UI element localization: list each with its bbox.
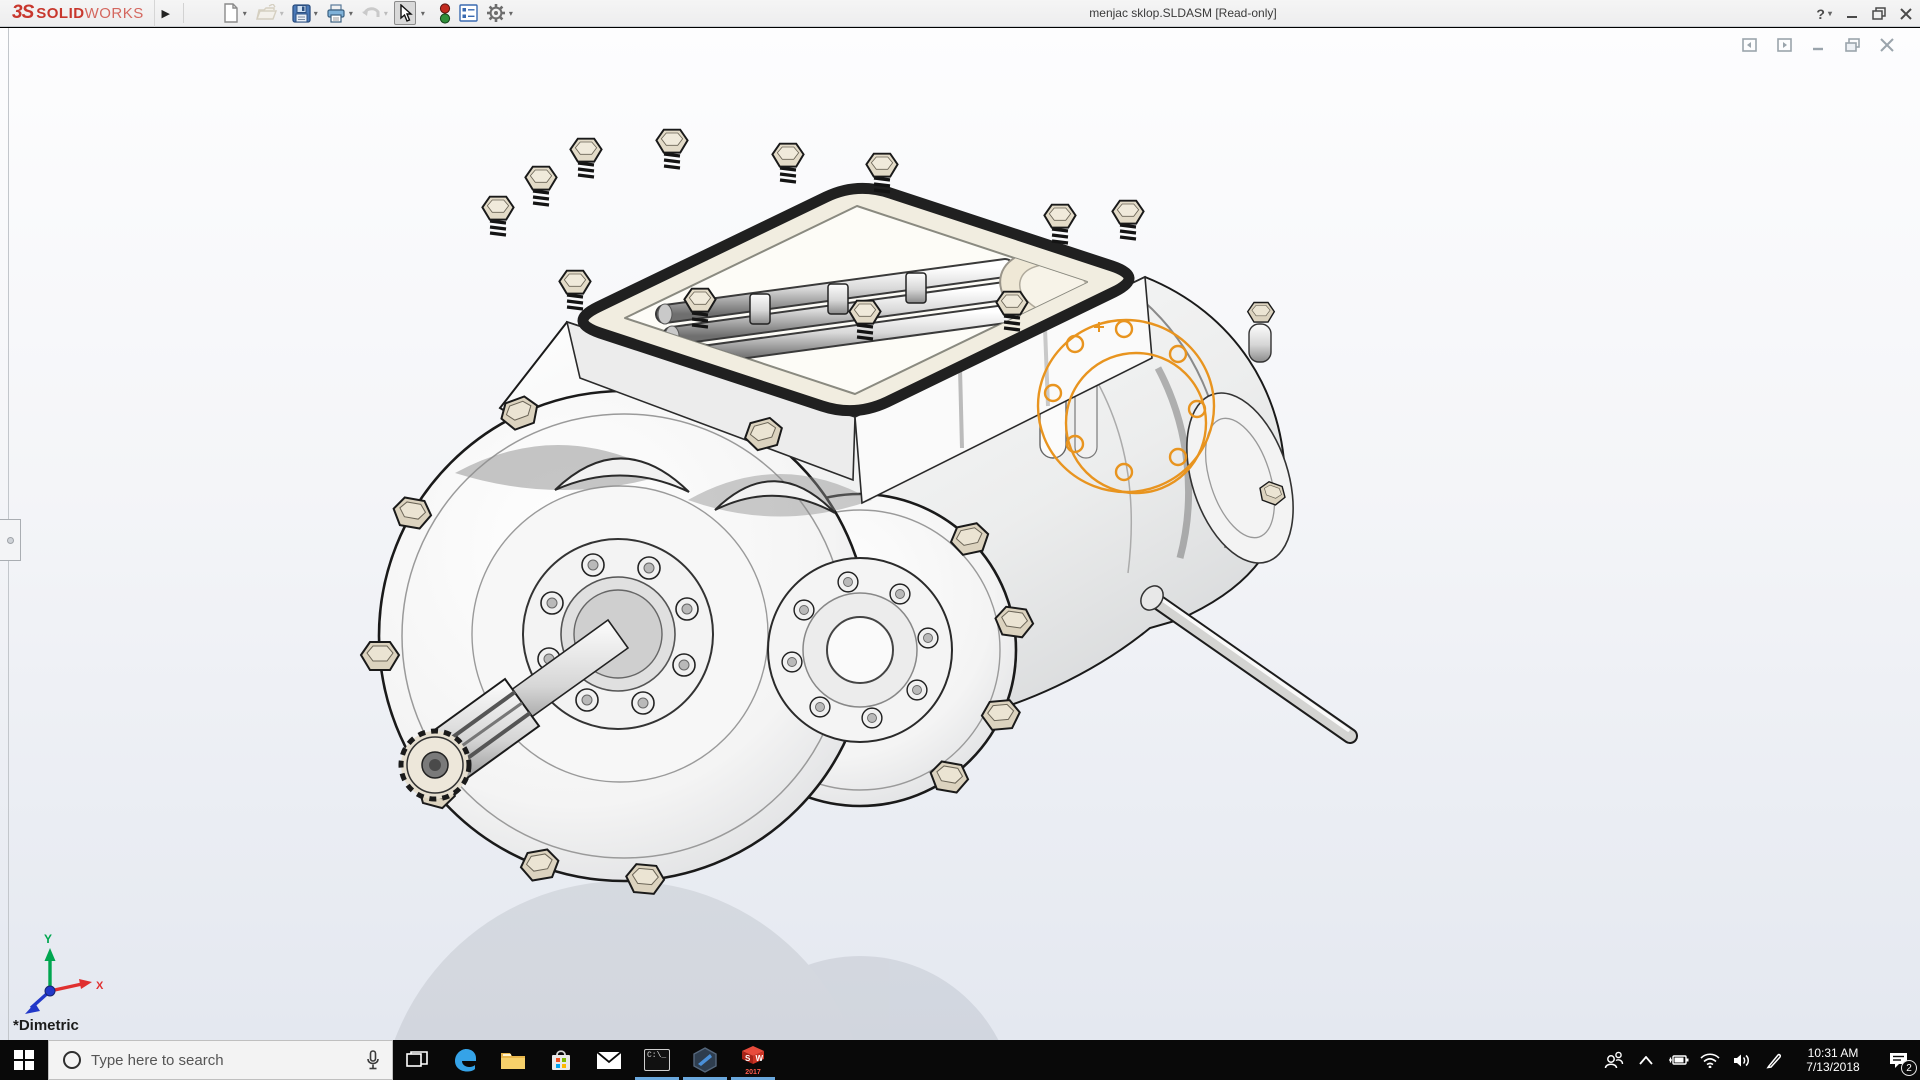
options-button[interactable]: ▾ [484,1,515,25]
dropdown-caret[interactable]: ▾ [384,9,388,18]
reference-triad: Y X [25,932,104,1014]
options-gear-icon [486,4,505,22]
select-tool-button[interactable] [393,1,416,25]
select-cursor-icon [400,4,413,22]
volume-button[interactable] [1726,1040,1758,1080]
undo-button[interactable]: ▾ [359,1,390,25]
store-icon [552,1050,570,1070]
help-button[interactable]: ? ▾ [1816,6,1832,22]
edge-browser-button[interactable] [441,1040,489,1080]
dropdown-caret[interactable]: ▾ [280,9,284,18]
document-title: menjac sklop.SLDASM [Read-only] [1089,6,1277,20]
system-tray: 10:31 AM 7/13/2018 2 [1598,1040,1920,1080]
new-document-button[interactable]: ▾ [220,1,249,25]
battery-button[interactable] [1662,1040,1694,1080]
people-button[interactable] [1598,1040,1630,1080]
hexagon-app-icon [693,1047,717,1073]
clock-date: 7/13/2018 [1806,1060,1860,1074]
graphics-viewport[interactable]: Y X *Dimetric [0,28,1920,1040]
minimize-button[interactable] [1846,8,1858,20]
brand-3s: 3S [12,2,34,23]
solidworks-logo: 3S SOLID WORKS [0,0,155,27]
solidworks-2017-icon: S W 2017 [740,1045,766,1076]
microphone-icon[interactable] [366,1050,380,1070]
speaker-icon [1734,1054,1749,1066]
close-button[interactable] [1900,7,1912,20]
start-button[interactable] [0,1040,48,1080]
view-orientation-label: *Dimetric [13,1017,79,1034]
wifi-icon [1700,1052,1720,1068]
tray-overflow-button[interactable] [1630,1040,1662,1080]
open-document-button[interactable]: ▾ [253,1,286,25]
save-floppy-icon [292,3,311,23]
cortana-icon [63,1051,81,1069]
model-reflection [394,881,999,1040]
triad-x-label: X [96,980,104,992]
wifi-button[interactable] [1694,1040,1726,1080]
properties-list-icon [459,4,478,22]
save-button[interactable]: ▾ [290,1,320,25]
printer-icon [327,3,345,23]
mail-button[interactable] [585,1040,633,1080]
dropdown-caret[interactable]: ▾ [421,9,425,18]
pen-button[interactable] [1758,1040,1790,1080]
command-prompt-icon: C:\_ [644,1049,670,1071]
toolbar-separator [182,3,184,23]
task-view-icon [406,1051,428,1067]
edge-icon [455,1049,476,1072]
notification-badge: 2 [1901,1060,1917,1076]
file-properties-button[interactable] [457,1,480,25]
dropdown-caret[interactable]: ▾ [243,9,247,18]
hexagon-app-button[interactable] [681,1040,729,1080]
store-button[interactable] [537,1040,585,1080]
chevron-up-icon [1639,1055,1653,1065]
rebuild-button[interactable] [437,1,453,25]
traffic-light-icon [439,2,450,24]
command-prompt-button[interactable]: C:\_ [633,1040,681,1080]
app-titlebar: 3S SOLID WORKS ▶ ▾ ▾ ▾ ▾ ▾ ▾ ▾ menjac sk… [0,0,1920,27]
dropdown-caret[interactable]: ▾ [314,9,318,18]
windows-taskbar: Type here to search C:\_ S W 2017 10:31 … [0,1040,1920,1080]
restore-button[interactable] [1872,7,1886,20]
taskbar-search-input[interactable]: Type here to search [48,1040,393,1080]
file-explorer-icon [501,1053,525,1069]
file-explorer-button[interactable] [489,1040,537,1080]
svg-text:S: S [745,1054,751,1063]
action-center-button[interactable]: 2 [1876,1040,1920,1080]
clock-time: 10:31 AM [1807,1046,1859,1060]
print-button[interactable]: ▾ [324,1,355,25]
dropdown-caret[interactable]: ▾ [509,9,513,18]
mail-icon [596,1050,622,1069]
svg-text:W: W [756,1054,764,1063]
brand-solid: SOLID [36,4,85,22]
menu-expand-arrow[interactable]: ▶ [155,7,177,20]
people-icon [1604,1051,1624,1069]
battery-icon [1669,1055,1689,1065]
task-view-button[interactable] [393,1040,441,1080]
new-document-icon [224,3,238,23]
clock[interactable]: 10:31 AM 7/13/2018 [1790,1046,1876,1074]
open-folder-icon [255,4,277,20]
pen-icon [1765,1053,1781,1069]
windows-logo-icon [14,1050,34,1070]
gearbox-3d-model[interactable]: Y X [0,28,1920,1040]
output-shaft-rod[interactable] [1136,582,1358,744]
solidworks-app-button[interactable]: S W 2017 [729,1040,777,1080]
undo-arrow-icon [361,7,380,17]
output-flange[interactable] [767,557,953,743]
search-placeholder: Type here to search [91,1051,224,1069]
brand-works: WORKS [84,4,144,22]
dropdown-caret[interactable]: ▾ [349,9,353,18]
triad-y-label: Y [44,932,52,946]
